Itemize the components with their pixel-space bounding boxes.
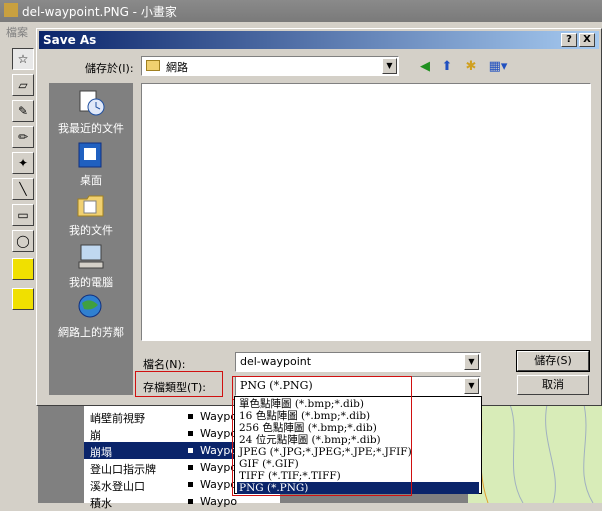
list-item-type: Waypo bbox=[200, 495, 238, 508]
paint-title-bar: del-waypoint.PNG - 小畫家 bbox=[0, 0, 602, 22]
bullet-icon bbox=[188, 482, 193, 487]
rectangle-tool-icon[interactable]: ▭ bbox=[12, 204, 34, 226]
back-arrow-icon[interactable]: ◀ bbox=[415, 58, 435, 76]
file-list-pane[interactable] bbox=[141, 83, 591, 341]
paint-window-title: del-waypoint.PNG - 小畫家 bbox=[22, 5, 177, 19]
place-computer[interactable]: 我的電腦 bbox=[49, 243, 133, 290]
place-label: 我最近的文件 bbox=[58, 122, 124, 135]
place-label: 我的電腦 bbox=[69, 276, 113, 289]
color-swatch-icon[interactable] bbox=[12, 288, 34, 310]
place-label: 網路上的芳鄰 bbox=[58, 326, 124, 339]
map-image bbox=[468, 399, 602, 504]
filename-value: del-waypoint bbox=[240, 355, 312, 368]
paint-toolbox: ☆ ▱ ✎ ✏ ✦ ╲ ▭ ◯ bbox=[8, 44, 39, 320]
filetype-label: 存檔類型(T): bbox=[143, 381, 207, 394]
annotation-box bbox=[232, 396, 412, 496]
bullet-icon bbox=[188, 414, 193, 419]
place-network[interactable]: 網路上的芳鄰 bbox=[49, 293, 133, 340]
new-folder-icon[interactable]: ✱ bbox=[461, 58, 481, 76]
list-item-name: 峭壁前視野 bbox=[90, 412, 145, 425]
bullet-icon bbox=[188, 431, 193, 436]
save-as-dialog: Save As ? X 儲存於(I): 網路 ▼ ◀ ⬆ ✱ ▦▾ 我最近的文件… bbox=[36, 28, 602, 406]
close-button[interactable]: X bbox=[579, 33, 595, 47]
chevron-down-icon[interactable]: ▼ bbox=[464, 378, 479, 394]
pencil-tool-icon[interactable]: ✏ bbox=[12, 126, 34, 148]
view-menu-icon[interactable]: ▦▾ bbox=[485, 58, 511, 76]
filename-input[interactable]: del-waypoint ▼ bbox=[235, 352, 481, 372]
airbrush-tool-icon[interactable]: ✦ bbox=[12, 152, 34, 174]
bullet-icon bbox=[188, 499, 193, 504]
ellipse-tool-icon[interactable]: ◯ bbox=[12, 230, 34, 252]
topo-lines-icon bbox=[477, 399, 594, 504]
place-recent[interactable]: 我最近的文件 bbox=[49, 89, 133, 136]
bullet-icon bbox=[188, 465, 193, 470]
line-tool-icon[interactable]: ╲ bbox=[12, 178, 34, 200]
color-swatch-icon[interactable] bbox=[12, 258, 34, 280]
dialog-title-bar[interactable]: Save As ? X bbox=[39, 31, 599, 49]
place-label: 我的文件 bbox=[69, 224, 113, 237]
chevron-down-icon[interactable]: ▼ bbox=[382, 58, 397, 74]
save-in-dropdown[interactable]: 網路 ▼ bbox=[141, 56, 399, 76]
list-item-name: 登山口指示牌 bbox=[90, 463, 156, 476]
list-item-name: 崩塌 bbox=[90, 446, 112, 459]
help-button[interactable]: ? bbox=[561, 33, 577, 47]
list-item-name: 積水 bbox=[90, 497, 112, 510]
place-desktop[interactable]: 桌面 bbox=[49, 141, 133, 188]
my-documents-folder-icon bbox=[77, 195, 104, 217]
chevron-down-icon[interactable]: ▼ bbox=[464, 354, 479, 370]
desktop-icon bbox=[78, 142, 102, 168]
menu-file[interactable]: 檔案 bbox=[6, 24, 28, 40]
my-computer-icon bbox=[78, 244, 104, 269]
bullet-icon bbox=[188, 448, 193, 453]
place-label: 桌面 bbox=[80, 174, 102, 187]
free-select-tool-icon[interactable]: ☆ bbox=[12, 48, 34, 70]
network-globe-icon bbox=[78, 294, 102, 318]
cancel-button[interactable]: 取消 bbox=[517, 375, 589, 395]
color-picker-tool-icon[interactable]: ✎ bbox=[12, 100, 34, 122]
folder-icon bbox=[146, 60, 160, 71]
save-in-label: 儲存於(I): bbox=[85, 62, 134, 75]
place-documents[interactable]: 我的文件 bbox=[49, 191, 133, 238]
recent-documents-icon bbox=[79, 90, 105, 116]
list-item-name: 崩 bbox=[90, 429, 101, 442]
eraser-tool-icon[interactable]: ▱ bbox=[12, 74, 34, 96]
dialog-title: Save As bbox=[43, 33, 97, 47]
filename-label: 檔名(N): bbox=[143, 358, 186, 371]
save-button[interactable]: 儲存(S) bbox=[516, 350, 590, 372]
up-folder-icon[interactable]: ⬆ bbox=[437, 58, 457, 76]
places-bar: 我最近的文件 桌面 我的文件 我的電腦 網路上的芳鄰 bbox=[49, 83, 133, 395]
list-item-name: 溪水登山口 bbox=[90, 480, 145, 493]
paint-app-icon bbox=[4, 3, 18, 17]
save-in-value: 網路 bbox=[166, 61, 188, 74]
